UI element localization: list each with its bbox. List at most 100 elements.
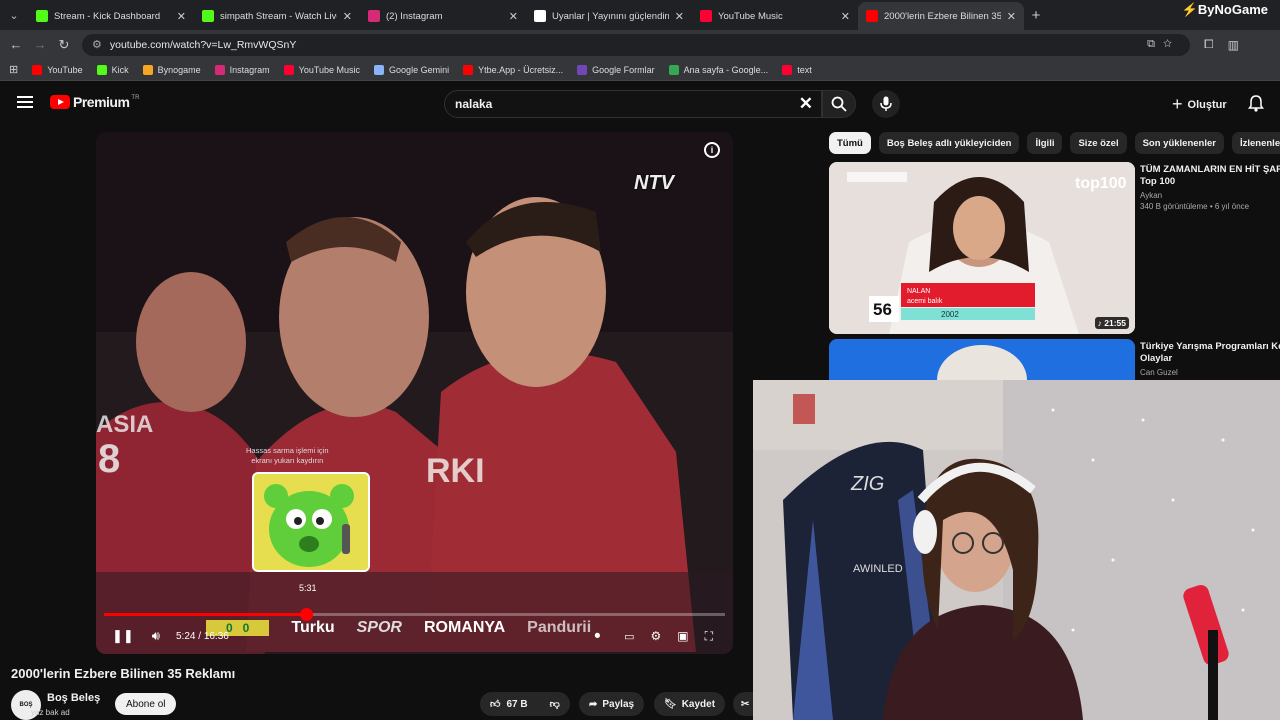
url-text: youtube.com/watch?v=Lw_RmvWQSnY — [109, 38, 297, 51]
browser-tab[interactable]: (2) Instagram ✕ — [360, 2, 526, 30]
browser-tab[interactable]: Stream - Kick Dashboard ✕ — [28, 2, 194, 30]
youtube-music-icon — [700, 10, 712, 22]
bookmark-item[interactable]: YouTube — [32, 64, 83, 75]
browser-tab[interactable]: YouTube Music ✕ — [692, 2, 858, 30]
bynogame-logo: ⚡ByNoGame — [1181, 2, 1268, 17]
bookmark-item[interactable]: Bynogame — [142, 64, 201, 75]
notifications-icon[interactable] — [1248, 95, 1264, 117]
filter-chip[interactable]: Tümü — [829, 132, 871, 154]
sidebar-icon[interactable]: ▥ — [1228, 38, 1239, 52]
lower-third-name: NALAN — [907, 288, 930, 295]
rec-title[interactable]: Türkiye Yarışma Programları Kor — [1140, 341, 1280, 353]
forward-button[interactable]: → — [28, 37, 52, 52]
ntv-watermark: NTV — [634, 172, 674, 194]
rec-channel[interactable]: Aykan — [1140, 191, 1280, 200]
subscribe-button[interactable]: Abone ol — [115, 693, 177, 715]
filter-chip[interactable]: İlgili — [1027, 132, 1063, 154]
recommendation-item[interactable]: top100 56 NALAN acemi balık 2002 ♪ 21:55… — [829, 162, 1280, 334]
extensions-icon[interactable]: ⧠ — [1204, 37, 1214, 52]
search-input[interactable]: nalaka ✕ — [444, 90, 822, 118]
omnibox-actions[interactable]: ⧉☆ — [1147, 38, 1180, 51]
progress-bar[interactable] — [104, 608, 725, 621]
close-tab-icon[interactable]: ✕ — [343, 10, 352, 23]
menu-icon[interactable] — [17, 96, 33, 108]
browser-tab[interactable]: Uyanlar | Yayınını güçlendirmek ✕ — [526, 2, 692, 30]
search-button[interactable] — [822, 90, 856, 118]
filter-chip[interactable]: Son yüklenenler — [1134, 132, 1224, 154]
close-tab-icon[interactable]: ✕ — [675, 10, 684, 23]
clear-search-icon[interactable]: ✕ — [799, 94, 813, 114]
preview-time: 5:31 — [299, 583, 317, 593]
video-title: 2000'lerin Ezbere Bilinen 35 Reklamı — [11, 666, 236, 681]
settings-icon[interactable]: ⚙ — [650, 629, 661, 643]
rec-channel[interactable]: Can Guzel — [1140, 368, 1280, 377]
progress-fill — [104, 613, 307, 616]
bookmark-label: Bynogame — [157, 64, 201, 75]
subtitles-icon[interactable]: ▭ — [624, 630, 634, 643]
rec-title-line2[interactable]: Olaylar — [1140, 353, 1280, 365]
close-tab-icon[interactable]: ✕ — [177, 10, 186, 23]
kick-icon — [202, 10, 214, 22]
recommendation-item[interactable]: Türkiye Yarışma Programları Kor Olaylar … — [829, 339, 1280, 380]
filter-chip[interactable]: Boş Beleş adlı yükleyiciden — [878, 132, 1020, 154]
seek-preview-thumbnail — [252, 472, 370, 572]
volume-icon[interactable]: 🔊︎ — [152, 628, 160, 644]
bookmark-item[interactable]: Instagram — [214, 64, 270, 75]
close-tab-icon[interactable]: ✕ — [509, 10, 518, 23]
browser-tab[interactable]: simpath Stream - Watch Live on ✕ — [194, 2, 360, 30]
like-count: 67 B — [506, 698, 528, 710]
video-player[interactable]: RKI 8 ASIA i NTV Hassas sarma işlemi içi… — [96, 132, 733, 654]
save-label: Kaydet — [681, 698, 716, 710]
fullscreen-icon[interactable]: ⛶ — [705, 629, 713, 644]
tab-search-menu[interactable]: ⌄ — [0, 0, 28, 30]
browser-toolbar: ← → ↻ ⚙ youtube.com/watch?v=Lw_RmvWQSnY … — [0, 30, 1280, 59]
close-tab-icon[interactable]: ✕ — [841, 10, 850, 23]
info-icon[interactable]: i — [704, 142, 720, 158]
back-button[interactable]: ← — [4, 37, 28, 52]
filter-chips: Tümü Boş Beleş adlı yükleyiciden İlgili Siz… — [829, 131, 1280, 155]
bookmark-label: text — [797, 64, 812, 75]
ytbe-icon — [463, 64, 474, 75]
recommendation-thumbnail[interactable] — [829, 339, 1135, 380]
new-tab-button[interactable]: + — [1024, 7, 1048, 24]
recommendation-thumbnail[interactable]: top100 56 NALAN acemi balık 2002 ♪ 21:55 — [829, 162, 1135, 334]
apps-icon[interactable]: ⊞ — [9, 63, 18, 76]
share-button[interactable]: ➦ Paylaş — [579, 692, 645, 716]
bookmark-item[interactable]: Ytbe.App - Ücretsiz... — [463, 64, 563, 75]
rec-title-line2[interactable]: Top 100 — [1140, 176, 1280, 188]
dislike-icon[interactable]: 👎︎ — [550, 698, 560, 710]
save-button[interactable]: 🔖︎ Kaydet — [654, 692, 726, 716]
site-info-icon[interactable]: ⚙ — [92, 38, 102, 51]
seek-hint: Hassas sarma işlemi için ekranı yukarı k… — [246, 446, 329, 466]
share-label: Paylaş — [602, 698, 635, 710]
bynogame-icon — [142, 64, 153, 75]
voice-search-button[interactable] — [872, 90, 900, 118]
rec-title[interactable]: TÜM ZAMANLARIN EN HİT ŞARKI — [1140, 164, 1280, 176]
bookmark-item[interactable]: YouTube Music — [283, 64, 360, 75]
bookmark-item[interactable]: Google Gemini — [374, 64, 449, 75]
create-button[interactable]: + Oluştur — [1172, 94, 1227, 115]
close-tab-icon[interactable]: ✕ — [1007, 10, 1016, 23]
bookmark-item[interactable]: Kick — [96, 64, 129, 75]
tab-title: (2) Instagram — [386, 10, 443, 22]
filter-chip[interactable]: İzlenenler — [1231, 132, 1280, 154]
autoplay-toggle-icon[interactable]: ⏺ — [595, 630, 601, 643]
bookmark-label: YouTube — [47, 64, 83, 75]
reload-button[interactable]: ↻ — [52, 37, 76, 53]
like-button[interactable]: 👍︎ 67 B 👎︎ — [480, 692, 570, 716]
miniplayer-icon[interactable]: ▣ — [677, 629, 688, 643]
lower-third-song: acemi balık — [907, 298, 943, 305]
share-icon: ➦ — [589, 698, 598, 710]
bookmark-item[interactable]: Ana sayfa - Google... — [668, 64, 768, 75]
bookmark-item[interactable]: Google Formlar — [577, 64, 655, 75]
channel-name[interactable]: Boş Beleş — [47, 692, 100, 704]
bookmark-item[interactable]: text — [782, 64, 812, 75]
address-bar[interactable]: ⚙ youtube.com/watch?v=Lw_RmvWQSnY ⧉☆ — [82, 33, 1190, 56]
browser-tab[interactable]: 2000'lerin Ezbere Bilinen 35 ✕ — [858, 2, 1024, 30]
filter-chip[interactable]: Size özel — [1070, 132, 1127, 154]
youtube-premium-logo[interactable]: Premium TR — [50, 94, 139, 110]
gummy-bear-image — [254, 474, 368, 570]
pause-icon[interactable]: ❚❚ — [112, 628, 134, 644]
logo-text: Premium — [73, 94, 130, 110]
svg-text:8: 8 — [98, 437, 120, 481]
